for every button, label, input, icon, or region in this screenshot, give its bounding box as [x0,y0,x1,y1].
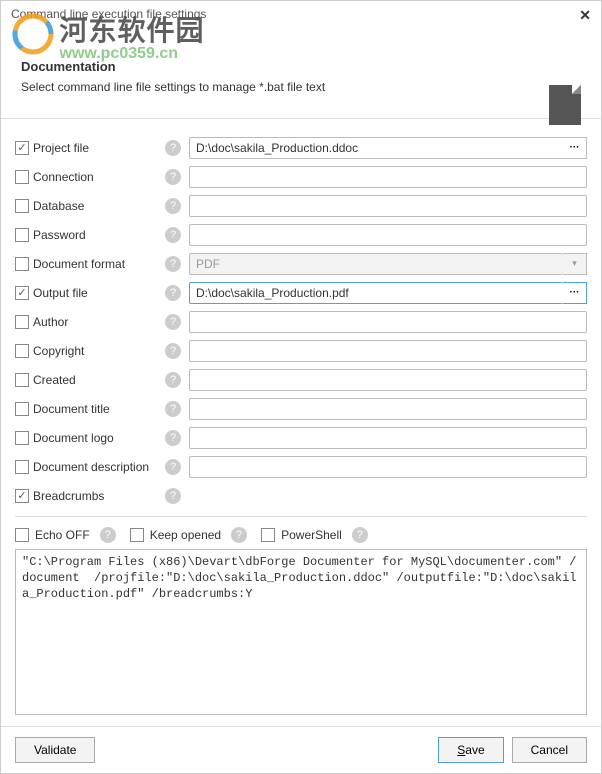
echo-off-checkbox[interactable] [15,528,29,542]
keep-opened-checkbox[interactable] [130,528,144,542]
document-format-dropdown-icon[interactable] [563,253,587,275]
document-format-checkbox[interactable] [15,257,29,271]
created-help-icon[interactable] [165,372,181,388]
form-area: Project file ··· Connection Database Pas… [1,133,601,720]
document-format-select[interactable] [189,253,563,275]
document-description-input[interactable] [189,456,587,478]
close-icon[interactable]: ✕ [579,7,591,24]
connection-help-icon[interactable] [165,169,181,185]
echo-off-label: Echo OFF [35,528,90,542]
document-format-help-icon[interactable] [165,256,181,272]
document-logo-label: Document logo [33,431,165,445]
validate-button[interactable]: Validate [15,737,95,763]
powershell-checkbox[interactable] [261,528,275,542]
project-file-browse-button[interactable]: ··· [563,137,587,159]
project-file-label: Project file [33,141,165,155]
copyright-help-icon[interactable] [165,343,181,359]
breadcrumbs-help-icon[interactable] [165,488,181,504]
created-checkbox[interactable] [15,373,29,387]
document-title-input[interactable] [189,398,587,420]
header-subtitle: Select command line file settings to man… [21,80,581,94]
output-file-label: Output file [33,286,165,300]
output-file-help-icon[interactable] [165,285,181,301]
document-format-label: Document format [33,257,165,271]
cancel-button[interactable]: Cancel [512,737,587,763]
copyright-input[interactable] [189,340,587,362]
connection-checkbox[interactable] [15,170,29,184]
output-file-input[interactable] [189,282,563,304]
keep-opened-label: Keep opened [150,528,221,542]
output-file-checkbox[interactable] [15,286,29,300]
command-textarea[interactable] [15,549,587,715]
project-file-checkbox[interactable] [15,141,29,155]
author-help-icon[interactable] [165,314,181,330]
header-section: Documentation Select command line file s… [1,29,601,119]
powershell-label: PowerShell [281,528,342,542]
window-title: Command line execution file settings [11,7,206,21]
project-file-help-icon[interactable] [165,140,181,156]
author-label: Author [33,315,165,329]
connection-label: Connection [33,170,165,184]
footer: Validate Save Cancel [1,726,601,773]
project-file-input[interactable] [189,137,563,159]
header-title: Documentation [21,59,581,74]
document-logo-help-icon[interactable] [165,430,181,446]
keep-opened-help-icon[interactable] [231,527,247,543]
document-title-label: Document title [33,402,165,416]
created-label: Created [33,373,165,387]
document-title-help-icon[interactable] [165,401,181,417]
document-logo-input[interactable] [189,427,587,449]
powershell-help-icon[interactable] [352,527,368,543]
password-label: Password [33,228,165,242]
author-checkbox[interactable] [15,315,29,329]
created-input[interactable] [189,369,587,391]
breadcrumbs-label: Breadcrumbs [33,489,165,503]
database-input[interactable] [189,195,587,217]
document-icon [549,85,581,125]
password-checkbox[interactable] [15,228,29,242]
output-file-browse-button[interactable]: ··· [563,282,587,304]
author-input[interactable] [189,311,587,333]
document-description-label: Document description [33,460,165,474]
database-checkbox[interactable] [15,199,29,213]
database-help-icon[interactable] [165,198,181,214]
titlebar: Command line execution file settings ✕ [1,1,601,29]
separator [15,516,587,517]
breadcrumbs-checkbox[interactable] [15,489,29,503]
document-description-help-icon[interactable] [165,459,181,475]
password-input[interactable] [189,224,587,246]
copyright-checkbox[interactable] [15,344,29,358]
password-help-icon[interactable] [165,227,181,243]
echo-off-help-icon[interactable] [100,527,116,543]
document-title-checkbox[interactable] [15,402,29,416]
copyright-label: Copyright [33,344,165,358]
document-description-checkbox[interactable] [15,460,29,474]
database-label: Database [33,199,165,213]
save-button[interactable]: Save [438,737,503,763]
document-logo-checkbox[interactable] [15,431,29,445]
connection-input[interactable] [189,166,587,188]
